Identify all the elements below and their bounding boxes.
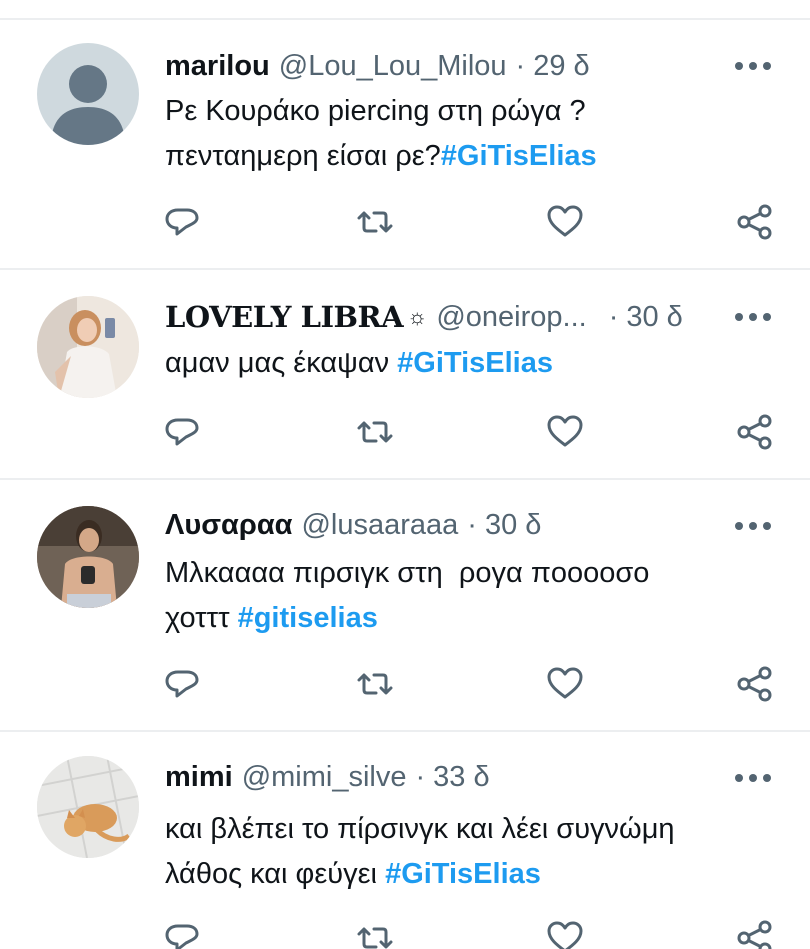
like-icon[interactable] bbox=[545, 412, 585, 452]
retweet-icon[interactable] bbox=[355, 664, 395, 704]
more-icon[interactable] bbox=[735, 772, 771, 784]
tweet[interactable]: LOVELY LIBRA ☼ @oneirop... · 30 δ αμαν μ… bbox=[0, 270, 810, 480]
tweet-header: mimi @mimi_silve · 33 δ bbox=[165, 757, 490, 797]
separator-dot: · bbox=[467, 508, 477, 541]
tweet-actions bbox=[0, 412, 810, 452]
username[interactable]: @mimi_silve bbox=[242, 761, 407, 794]
reply-icon[interactable] bbox=[162, 664, 202, 704]
tweet-text: αμαν μας έκαψαν #GiTisElias bbox=[165, 341, 785, 386]
hashtag-link[interactable]: #GiTisElias bbox=[397, 347, 553, 379]
like-icon[interactable] bbox=[545, 664, 585, 704]
tweet[interactable]: mimi @mimi_silve · 33 δ και βλέπει το πί… bbox=[0, 732, 810, 949]
like-icon[interactable] bbox=[545, 202, 585, 242]
tweet[interactable]: marilou @Lou_Lou_Milou · 29 δ Ρε Κουράκο… bbox=[0, 20, 810, 270]
timestamp[interactable]: 30 δ bbox=[626, 301, 682, 334]
hashtag-link[interactable]: #GiTisElias bbox=[385, 858, 541, 890]
retweet-icon[interactable] bbox=[355, 412, 395, 452]
username[interactable]: @Lou_Lou_Milou bbox=[279, 50, 507, 83]
tweet-header: Λυσαραα @lusaaraaa · 30 δ bbox=[165, 505, 541, 545]
tweet-actions bbox=[0, 202, 810, 242]
avatar[interactable] bbox=[37, 506, 139, 608]
tweet-text-line: Μλκαααα πιρσιγκ στη ρογα πoooοσο bbox=[165, 557, 650, 589]
share-icon[interactable] bbox=[735, 664, 775, 704]
separator-dot: · bbox=[415, 760, 426, 793]
share-icon[interactable] bbox=[735, 202, 775, 242]
tweet-text: Μλκαααα πιρσιγκ στη ρογα πoooοσο χοτττ #… bbox=[165, 551, 785, 641]
separator-dot: · bbox=[608, 300, 619, 333]
tweet-text-line: και βλέπει το πίρσινγκ και λέει συγνώμη bbox=[165, 813, 675, 845]
tweet[interactable]: Λυσαραα @lusaaraaa · 30 δ Μλκαααα πιρσιγ… bbox=[0, 480, 810, 732]
more-icon[interactable] bbox=[735, 60, 771, 72]
avatar[interactable] bbox=[37, 43, 139, 145]
sun-icon: ☼ bbox=[407, 304, 428, 329]
reply-icon[interactable] bbox=[162, 918, 202, 949]
share-icon[interactable] bbox=[735, 918, 775, 949]
hashtag-link[interactable]: #gitiselias bbox=[238, 602, 378, 634]
more-icon[interactable] bbox=[735, 520, 771, 532]
username[interactable]: @oneirop... bbox=[436, 301, 586, 334]
more-icon[interactable] bbox=[735, 311, 771, 323]
tweet-text-line: πενταημερη είσαι ρε?#GiTisElias bbox=[165, 140, 597, 172]
display-name[interactable]: Λυσαραα bbox=[165, 509, 292, 542]
like-icon[interactable] bbox=[545, 918, 585, 949]
avatar[interactable] bbox=[37, 756, 139, 858]
avatar[interactable] bbox=[37, 296, 139, 398]
tweet-text-line: Ρε Κουράκο piercing στη ρώγα ? bbox=[165, 95, 586, 127]
tweet-header: marilou @Lou_Lou_Milou · 29 δ bbox=[165, 46, 590, 86]
username[interactable]: @lusaaraaa bbox=[301, 509, 458, 542]
display-name[interactable]: LOVELY LIBRA bbox=[165, 300, 404, 334]
reply-icon[interactable] bbox=[162, 202, 202, 242]
timestamp[interactable]: 30 δ bbox=[485, 509, 541, 542]
profile-photo-icon bbox=[37, 756, 139, 858]
display-name[interactable]: mimi bbox=[165, 761, 233, 794]
default-profile-icon bbox=[51, 65, 125, 145]
share-icon[interactable] bbox=[735, 412, 775, 452]
tweet-text-line: λάθος και φεύγει #GiTisElias bbox=[165, 858, 541, 890]
tweet-actions bbox=[0, 918, 810, 949]
tweet-text-line: αμαν μας έκαψαν #GiTisElias bbox=[165, 347, 553, 379]
retweet-icon[interactable] bbox=[355, 918, 395, 949]
tweet-text: Ρε Κουράκο piercing στη ρώγα ? πενταημερ… bbox=[165, 89, 785, 179]
profile-photo-icon bbox=[37, 296, 139, 398]
tweet-header: LOVELY LIBRA ☼ @oneirop... · 30 δ bbox=[165, 297, 683, 337]
hashtag-link[interactable]: #GiTisElias bbox=[441, 140, 597, 172]
reply-icon[interactable] bbox=[162, 412, 202, 452]
tweet-text-line: χοτττ #gitiselias bbox=[165, 602, 378, 634]
timestamp[interactable]: 33 δ bbox=[433, 761, 489, 794]
retweet-icon[interactable] bbox=[355, 202, 395, 242]
display-name[interactable]: marilou bbox=[165, 50, 270, 83]
timestamp[interactable]: 29 δ bbox=[533, 50, 589, 83]
tweet-actions bbox=[0, 664, 810, 704]
profile-photo-icon bbox=[37, 506, 139, 608]
separator-dot: · bbox=[515, 49, 526, 82]
tweet-text: και βλέπει το πίρσινγκ και λέει συγνώμη … bbox=[165, 807, 785, 897]
